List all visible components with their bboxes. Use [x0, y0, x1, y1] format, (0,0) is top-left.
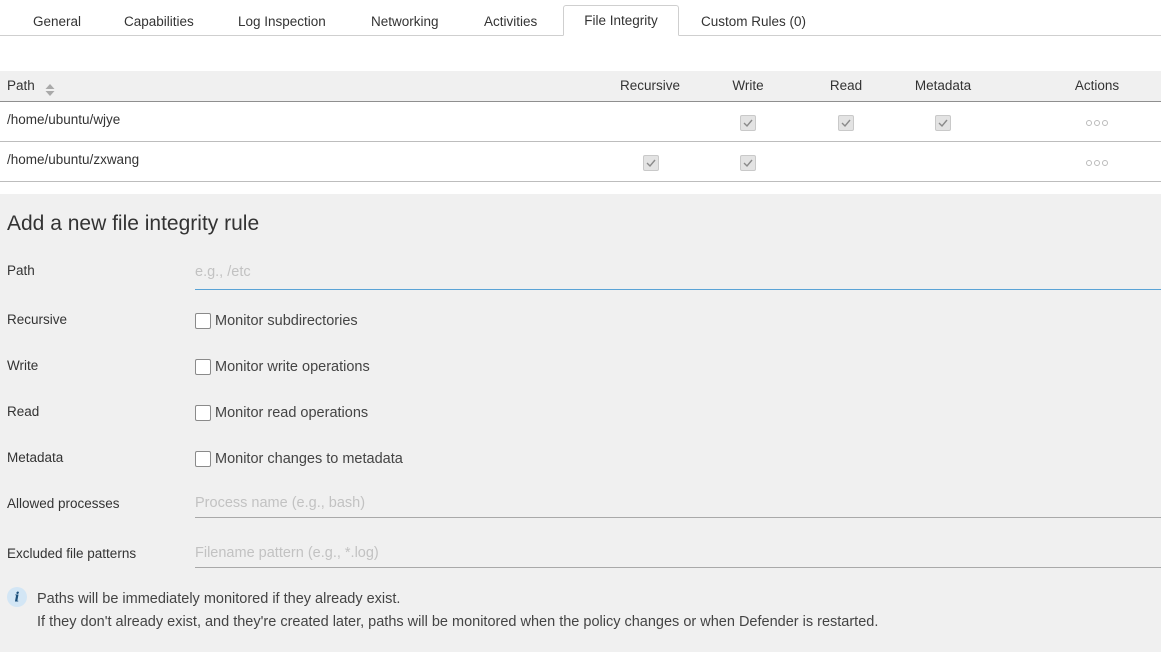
- info-icon: i: [7, 587, 27, 607]
- table-row: /home/ubuntu/zxwang: [0, 142, 1161, 182]
- column-header-write: Write: [732, 78, 764, 93]
- panel-title: Add a new file integrity rule: [7, 212, 260, 235]
- tab-activities[interactable]: Activities: [464, 6, 557, 36]
- tab-log-inspection[interactable]: Log Inspection: [218, 6, 346, 36]
- metadata-option-label[interactable]: Monitor changes to metadata: [215, 450, 403, 468]
- read-check-icon: [838, 115, 854, 131]
- allowed-processes-underline: [195, 517, 1161, 518]
- recursive-option-label[interactable]: Monitor subdirectories: [215, 312, 358, 330]
- excluded-patterns-input[interactable]: [195, 541, 1155, 565]
- path-label: Path: [7, 263, 35, 278]
- recursive-check-icon: [643, 155, 659, 171]
- info-line-2: If they don't already exist, and they're…: [37, 614, 879, 630]
- tab-general[interactable]: General: [13, 6, 101, 36]
- metadata-checkbox[interactable]: [195, 451, 211, 467]
- metadata-label: Metadata: [7, 450, 64, 465]
- write-check-icon: [740, 115, 756, 131]
- row-path: /home/ubuntu/zxwang: [7, 152, 140, 167]
- metadata-check-icon: [935, 115, 951, 131]
- excluded-patterns-label: Excluded file patterns: [7, 546, 137, 561]
- column-header-path[interactable]: Path: [7, 71, 55, 101]
- read-checkbox[interactable]: [195, 405, 211, 421]
- write-option-label[interactable]: Monitor write operations: [215, 358, 370, 376]
- tab-file-integrity[interactable]: File Integrity: [563, 5, 679, 36]
- column-header-recursive: Recursive: [619, 78, 681, 93]
- tab-capabilities[interactable]: Capabilities: [104, 6, 214, 36]
- add-rule-panel: Add a new file integrity rule Path Recur…: [0, 194, 1161, 652]
- column-header-path-label: Path: [7, 78, 35, 93]
- info-line-1: Paths will be immediately monitored if t…: [37, 591, 401, 607]
- recursive-checkbox[interactable]: [195, 313, 211, 329]
- read-label: Read: [7, 404, 40, 419]
- tab-custom-rules[interactable]: Custom Rules (0): [681, 6, 826, 36]
- recursive-label: Recursive: [7, 312, 68, 327]
- tab-networking[interactable]: Networking: [351, 6, 459, 36]
- more-dots-icon[interactable]: [1086, 160, 1110, 166]
- tab-bar: General Capabilities Log Inspection Netw…: [0, 0, 1161, 36]
- path-input[interactable]: [195, 260, 1155, 284]
- sort-icon[interactable]: [45, 78, 55, 97]
- excluded-patterns-underline: [195, 567, 1161, 568]
- write-label: Write: [7, 358, 39, 373]
- write-checkbox[interactable]: [195, 359, 211, 375]
- column-header-actions: Actions: [1074, 78, 1120, 93]
- more-dots-icon[interactable]: [1086, 120, 1110, 126]
- read-option-label[interactable]: Monitor read operations: [215, 404, 368, 422]
- column-header-metadata: Metadata: [914, 78, 972, 93]
- svg-text:i: i: [15, 591, 20, 606]
- file-integrity-table: Path Recursive Write Read Metadata Actio…: [0, 71, 1161, 182]
- allowed-processes-label: Allowed processes: [7, 496, 120, 511]
- allowed-processes-input[interactable]: [195, 491, 1155, 515]
- table-row: /home/ubuntu/wjye: [0, 102, 1161, 142]
- column-header-read: Read: [829, 78, 863, 93]
- path-input-underline: [195, 289, 1161, 290]
- row-path: /home/ubuntu/wjye: [7, 112, 121, 127]
- table-header: Path Recursive Write Read Metadata Actio…: [0, 71, 1161, 102]
- write-check-icon: [740, 155, 756, 171]
